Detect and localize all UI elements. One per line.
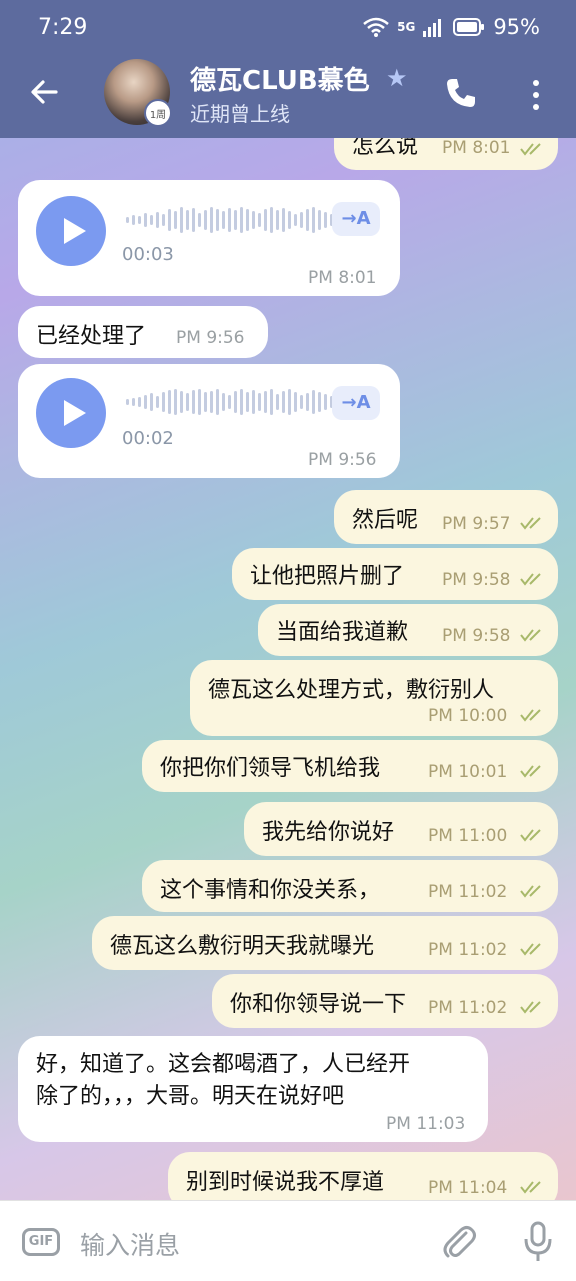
status-icons: 5G 95% xyxy=(363,15,540,39)
message-time: PM 9:58 xyxy=(442,570,511,590)
message-text: 已经处理了 xyxy=(36,324,147,349)
message-text: 德瓦这么处理方式，敷衍别人 xyxy=(208,678,495,703)
chat-status: 近期曾上线 xyxy=(190,102,290,126)
message-text-line-1: 好，知道了。这会都喝酒了，人已经开 xyxy=(36,1052,411,1077)
message-input[interactable]: 输入消息 xyxy=(80,1226,180,1262)
read-ticks-icon xyxy=(520,1001,541,1014)
phone-icon[interactable] xyxy=(444,76,478,110)
message-bubble[interactable]: 已经处理了 PM 9:56 xyxy=(18,306,268,358)
read-ticks-icon xyxy=(520,709,541,722)
network-label: 5G xyxy=(397,20,416,34)
status-time: 7:29 xyxy=(38,14,88,40)
message-time: PM 8:01 xyxy=(308,268,377,288)
message-bubble[interactable]: 德瓦这么处理方式，敷衍别人 PM 10:00 xyxy=(190,660,558,736)
chat-header: 1周 德瓦CLUB慕色 ★ 近期曾上线 xyxy=(0,54,576,138)
message-bubble[interactable]: 德瓦这么敷衍明天我就曝光 PM 11:02 xyxy=(92,916,558,970)
message-bubble[interactable]: 让他把照片删了 PM 9:58 xyxy=(232,548,558,600)
message-time: PM 9:58 xyxy=(442,626,511,646)
message-time: PM 9:56 xyxy=(176,328,245,348)
message-time: PM 11:03 xyxy=(386,1114,466,1134)
message-time: PM 11:00 xyxy=(428,826,508,846)
message-time: PM 11:02 xyxy=(428,882,508,902)
wifi-icon xyxy=(363,17,389,37)
waveform xyxy=(126,386,339,418)
read-ticks-icon xyxy=(520,943,541,956)
read-ticks-icon xyxy=(520,765,541,778)
message-text: 怎么说 xyxy=(352,138,419,159)
message-time: PM 8:01 xyxy=(442,138,511,158)
avatar-badge: 1周 xyxy=(144,99,172,127)
voice-duration: 00:03 xyxy=(122,244,174,265)
message-time: PM 10:00 xyxy=(428,706,508,726)
read-ticks-icon xyxy=(520,829,541,842)
read-ticks-icon xyxy=(520,1181,541,1194)
play-icon[interactable] xyxy=(36,378,106,448)
read-ticks-icon xyxy=(520,573,541,586)
message-text: 德瓦这么敷衍明天我就曝光 xyxy=(110,934,375,959)
message-bubble[interactable]: 你和你领导说一下 PM 11:02 xyxy=(212,974,558,1028)
message-time: PM 11:02 xyxy=(428,940,508,960)
voice-message[interactable]: →A 00:02 PM 9:56 xyxy=(18,364,400,478)
status-bar: 7:29 5G 95% xyxy=(0,0,576,54)
message-time: PM 9:57 xyxy=(442,514,511,534)
message-list[interactable]: 怎么说 PM 8:01 →A 00:03 PM 8:01 已经处理了 PM 9:… xyxy=(0,138,576,1200)
message-text: 让他把照片删了 xyxy=(250,564,405,589)
microphone-icon[interactable] xyxy=(522,1221,554,1263)
message-bubble[interactable]: 别到时候说我不厚道 PM 11:04 xyxy=(168,1152,558,1200)
message-time: PM 10:01 xyxy=(428,762,508,782)
voice-duration: 00:02 xyxy=(122,428,174,449)
message-text-line-2: 除了的，，，大哥。明天在说好吧 xyxy=(36,1084,345,1109)
message-text: 你把你们领导飞机给我 xyxy=(160,756,381,781)
voice-message[interactable]: →A 00:03 PM 8:01 xyxy=(18,180,400,296)
chat-title[interactable]: 德瓦CLUB慕色 xyxy=(190,60,380,97)
message-composer: GIF 输入消息 xyxy=(0,1200,576,1281)
signal-icon xyxy=(423,19,442,37)
message-bubble[interactable]: 你把你们领导飞机给我 PM 10:01 xyxy=(142,740,558,792)
battery-icon xyxy=(453,18,485,36)
play-icon[interactable] xyxy=(36,196,106,266)
message-time: PM 9:56 xyxy=(308,450,377,470)
message-text: 别到时候说我不厚道 xyxy=(186,1170,385,1195)
message-bubble[interactable]: 然后呢 PM 9:57 xyxy=(334,490,558,544)
message-text: 当面给我道歉 xyxy=(276,620,409,645)
transcribe-button[interactable]: →A xyxy=(332,202,380,236)
message-time: PM 11:04 xyxy=(428,1178,508,1198)
waveform xyxy=(126,204,339,236)
read-ticks-icon xyxy=(520,629,541,642)
message-bubble[interactable]: 好，知道了。这会都喝酒了，人已经开 除了的，，，大哥。明天在说好吧 PM 11:… xyxy=(18,1036,488,1142)
battery-level: 95% xyxy=(493,15,540,39)
message-bubble[interactable]: 当面给我道歉 PM 9:58 xyxy=(258,604,558,656)
message-text: 然后呢 xyxy=(352,508,419,533)
message-text: 你和你领导说一下 xyxy=(230,992,407,1017)
star-icon: ★ xyxy=(386,64,408,92)
message-bubble[interactable]: 这个事情和你没关系， PM 11:02 xyxy=(142,860,558,912)
attachment-icon[interactable] xyxy=(440,1223,478,1261)
message-bubble[interactable]: 怎么说 PM 8:01 xyxy=(334,138,558,170)
message-text: 我先给你说好 xyxy=(262,820,395,845)
read-ticks-icon xyxy=(520,517,541,530)
back-arrow-icon[interactable] xyxy=(26,74,62,110)
transcribe-button[interactable]: →A xyxy=(332,386,380,420)
message-bubble[interactable]: 我先给你说好 PM 11:00 xyxy=(244,802,558,856)
read-ticks-icon xyxy=(520,885,541,898)
message-text: 这个事情和你没关系， xyxy=(160,878,381,903)
more-options-icon[interactable] xyxy=(528,78,544,112)
gif-icon[interactable]: GIF xyxy=(22,1228,60,1256)
message-time: PM 11:02 xyxy=(428,998,508,1018)
read-ticks-icon xyxy=(520,143,541,156)
